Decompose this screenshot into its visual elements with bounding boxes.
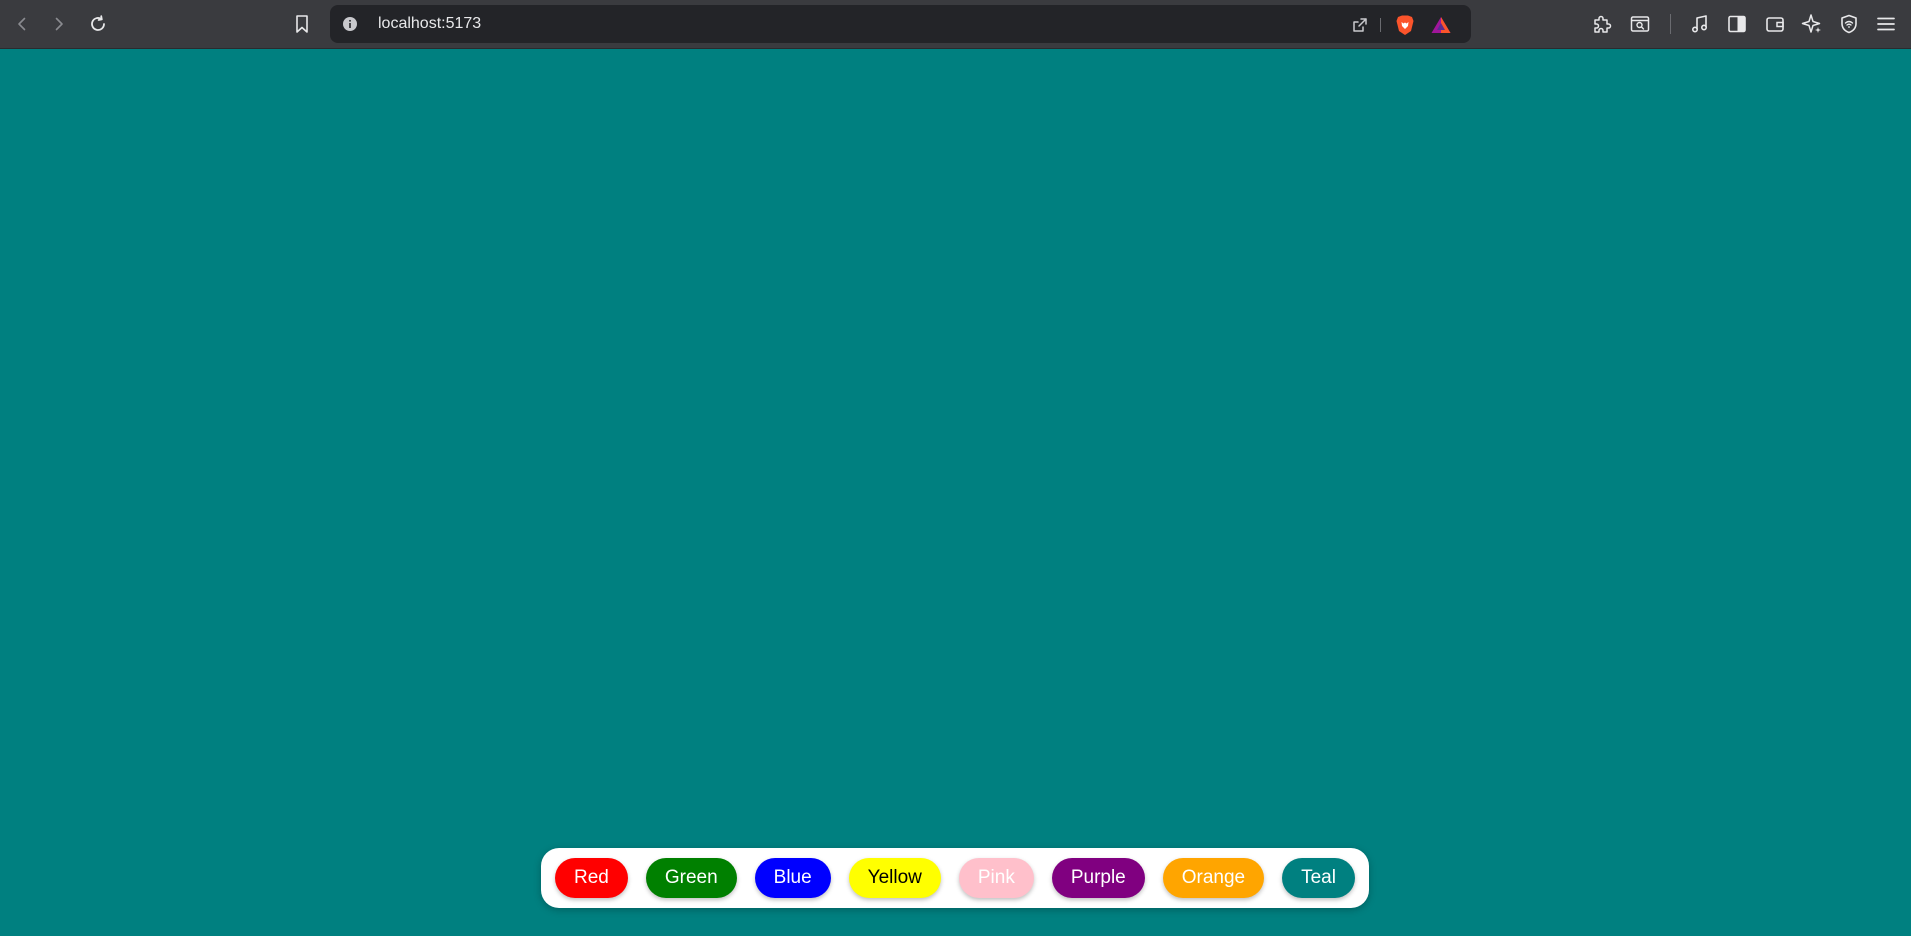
media-button[interactable] [1688,12,1712,36]
brave-lion-icon [1396,15,1414,35]
vpn-button[interactable] [1837,12,1861,36]
tab-search-button[interactable] [1628,12,1652,36]
sidebar-button[interactable] [1725,12,1749,36]
hamburger-menu-icon [1877,17,1895,31]
page-viewport [0,49,1911,936]
puzzle-piece-icon [1594,15,1612,33]
shield-icon [1841,14,1857,34]
info-icon[interactable] [342,16,358,32]
music-note-icon [1691,15,1708,33]
orange-button[interactable]: Orange [1162,858,1265,898]
menu-button[interactable] [1874,12,1898,36]
url-text[interactable]: localhost:5173 [378,5,481,43]
brave-shields-button[interactable] [1394,14,1416,36]
blue-button[interactable]: Blue [754,858,831,898]
address-bar[interactable]: localhost:5173 [330,5,1471,43]
extensions-button[interactable] [1590,12,1614,36]
reload-icon [91,15,105,31]
reload-button[interactable] [84,10,112,38]
share-icon [1353,18,1367,32]
wallet-button[interactable] [1763,12,1787,36]
sparkle-icon [1801,14,1821,33]
brave-rewards-button[interactable] [1430,14,1452,36]
toolbar-divider [1670,14,1671,34]
brave-rewards-triangle-icon [1431,17,1451,33]
color-picker-bar: Red Green Blue Yellow Pink Purple Orange… [541,848,1369,908]
share-button[interactable] [1349,14,1371,36]
bookmark-button[interactable] [288,10,316,38]
purple-button[interactable]: Purple [1051,858,1145,898]
red-button[interactable]: Red [555,858,628,898]
green-button[interactable]: Green [645,858,737,898]
tab-search-icon [1630,16,1650,32]
chevron-left-icon [18,17,26,31]
yellow-button[interactable]: Yellow [848,858,941,898]
pink-button[interactable]: Pink [958,858,1034,898]
url-divider [1380,18,1381,32]
bookmark-icon [296,15,308,33]
leo-ai-button[interactable] [1800,12,1824,36]
browser-toolbar: localhost:5173 [0,0,1911,49]
teal-button[interactable]: Teal [1282,858,1355,898]
back-button[interactable] [8,10,36,38]
chevron-right-icon [55,17,63,31]
sidebar-icon [1728,15,1746,33]
wallet-icon [1766,17,1784,32]
forward-button[interactable] [45,10,73,38]
